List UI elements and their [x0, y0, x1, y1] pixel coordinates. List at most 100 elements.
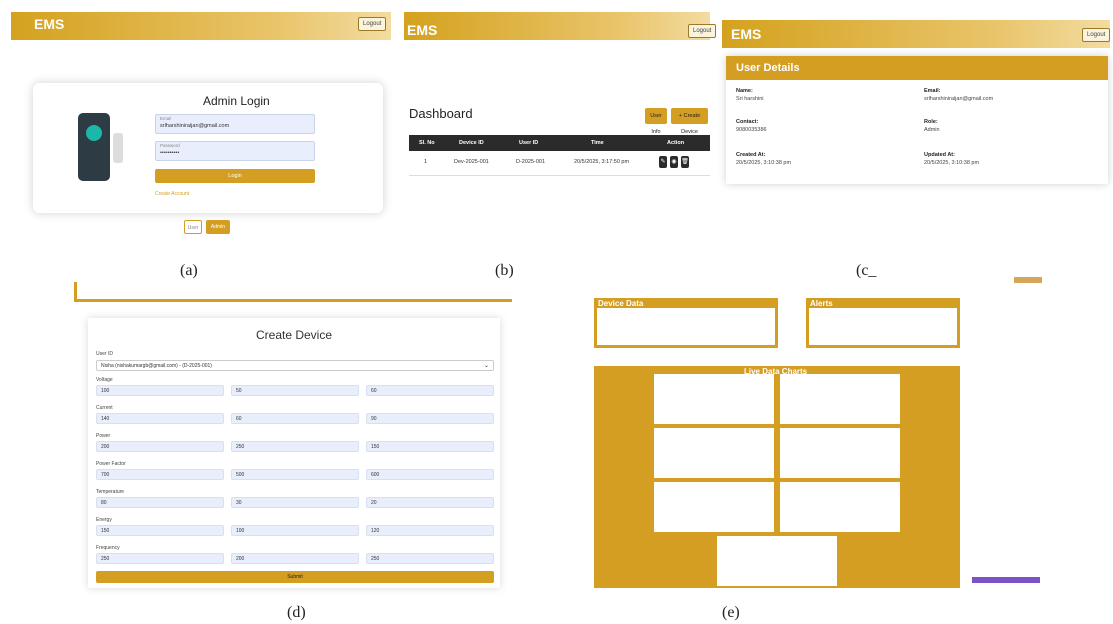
create-device-card: Create Device User ID Nisha (nishakumarg… — [88, 318, 500, 588]
logout-button-a[interactable]: Logout — [358, 17, 387, 31]
field-input-power-2[interactable]: 250 — [231, 441, 359, 452]
user-toggle[interactable]: User — [184, 220, 202, 234]
caption-c: (c_ — [856, 262, 877, 279]
updated-value: 20/5/2025, 3:10:38 pm — [924, 160, 980, 166]
alerts-title: Alerts — [810, 299, 833, 308]
chart-energy — [780, 428, 900, 478]
field-input-voltage-3[interactable]: 60 — [366, 385, 494, 396]
col-time: Time — [591, 140, 604, 146]
status-note — [972, 577, 1040, 583]
field-label-energy: Energy — [96, 517, 112, 523]
user-info-button[interactable]: User Info — [645, 108, 667, 135]
user-id-value: Nisha (nishakumargb@gmail.com) - (D-2025… — [101, 363, 212, 369]
logout-button-c[interactable]: Logout — [1082, 28, 1111, 42]
row-divider — [409, 175, 710, 176]
field-input-power-factor-3[interactable]: 600 — [366, 469, 494, 480]
chart-voltage — [654, 374, 774, 424]
col-user-id: User ID — [519, 140, 539, 146]
device-data-panel: Device Data — [594, 298, 778, 348]
field-input-current-1[interactable]: 140 — [96, 413, 224, 424]
cell-device-id: Dev-2025-001 — [454, 159, 489, 165]
gold-marker — [1014, 277, 1042, 283]
password-label: Password — [160, 143, 180, 148]
field-input-temperature-2[interactable]: 30 — [231, 497, 359, 508]
chart-power — [654, 428, 774, 478]
col-action: Action — [667, 140, 685, 146]
user-details-card: User Details Name: Sri harshini Email: s… — [726, 56, 1108, 184]
field-input-power-factor-1[interactable]: 700 — [96, 469, 224, 480]
field-input-current-3[interactable]: 90 — [366, 413, 494, 424]
field-label-power: Power — [96, 433, 111, 439]
email-field[interactable]: Email srlharshiniraijan@gmail.com — [155, 114, 315, 134]
field-input-frequency-2[interactable]: 200 — [231, 553, 359, 564]
created-label: Created At: — [736, 152, 766, 158]
field-label-voltage: Voltage — [96, 377, 113, 383]
login-title: Admin Login — [203, 94, 270, 108]
field-input-current-2[interactable]: 60 — [231, 413, 359, 424]
device-data-table — [597, 308, 775, 345]
phone-illustration — [78, 113, 110, 181]
login-button[interactable]: Login — [155, 169, 315, 183]
contact-label: Contact: — [736, 119, 759, 125]
chart-temperature — [717, 536, 837, 586]
name-label: Name: — [736, 88, 753, 94]
chart-frequency — [654, 482, 774, 532]
field-input-power-factor-2[interactable]: 500 — [231, 469, 359, 480]
table-header: Sl. No Device ID User ID Time Action — [409, 135, 710, 151]
field-input-energy-3[interactable]: 120 — [366, 525, 494, 536]
email-value: srlharshiniraijan@gmail.com — [160, 123, 230, 129]
brand-logo-b: EMS — [407, 22, 438, 38]
field-input-temperature-3[interactable]: 20 — [366, 497, 494, 508]
submit-button[interactable]: Submit — [96, 571, 494, 583]
alerts-list — [809, 308, 957, 345]
contact-value: 9080035386 — [736, 127, 767, 133]
live-charts-panel: Live Data Charts — [594, 366, 960, 588]
field-input-voltage-2[interactable]: 50 — [231, 385, 359, 396]
field-label-temperature: Temperature — [96, 489, 125, 495]
user-id-label: User ID — [96, 351, 113, 357]
field-input-energy-2[interactable]: 100 — [231, 525, 359, 536]
chart-current — [780, 374, 900, 424]
caption-d: (d) — [287, 604, 306, 621]
user-id-select[interactable]: Nisha (nishakumargb@gmail.com) - (D-2025… — [96, 360, 494, 371]
field-input-voltage-1[interactable]: 100 — [96, 385, 224, 396]
alerts-panel: Alerts — [806, 298, 960, 348]
caption-b: (b) — [495, 262, 514, 279]
delete-icon[interactable]: 🗑 — [681, 156, 689, 168]
create-account-link[interactable]: Create Account — [155, 191, 189, 197]
cell-sl: 1 — [424, 159, 428, 165]
login-card: Admin Login Email srlharshiniraijan@gmai… — [33, 83, 383, 213]
field-input-energy-1[interactable]: 150 — [96, 525, 224, 536]
email-label: Email — [160, 116, 172, 121]
email-label-c: Email: — [924, 88, 941, 94]
brand-logo-a: EMS — [34, 16, 65, 32]
view-icon[interactable]: ◉ — [670, 156, 678, 168]
role-value: Admin — [924, 127, 940, 133]
password-value: •••••••••• — [160, 150, 180, 156]
create-device-title: Create Device — [255, 328, 333, 342]
field-input-frequency-1[interactable]: 250 — [96, 553, 224, 564]
field-label-current: Current — [96, 405, 113, 411]
user-details-title: User Details — [736, 62, 800, 74]
caption-a: (a) — [180, 262, 198, 279]
col-sl: Sl. No — [419, 140, 435, 146]
cell-time: 20/5/2025, 3:17:50 pm — [574, 159, 630, 165]
field-input-frequency-3[interactable]: 250 — [366, 553, 494, 564]
user-details-header: User Details — [726, 56, 1108, 80]
chevron-down-icon: ⌄ — [483, 363, 489, 369]
edit-icon[interactable]: ✎ — [659, 156, 667, 168]
person-illustration — [113, 133, 123, 163]
brand-logo-c: EMS — [731, 26, 762, 42]
field-input-temperature-1[interactable]: 80 — [96, 497, 224, 508]
created-value: 20/5/2025, 3:10:38 pm — [736, 160, 792, 166]
field-input-power-1[interactable]: 200 — [96, 441, 224, 452]
password-field[interactable]: Password •••••••••• — [155, 141, 315, 161]
field-input-power-3[interactable]: 150 — [366, 441, 494, 452]
admin-toggle[interactable]: Admin — [206, 220, 230, 234]
cell-user-id: D-2025-001 — [516, 159, 546, 165]
logout-button-b[interactable]: Logout — [688, 24, 717, 38]
email-value-c: srlharshiniraijan@gmail.com — [924, 96, 994, 102]
updated-label: Updated At: — [924, 152, 955, 158]
create-device-button[interactable]: + Create Device — [671, 108, 708, 135]
field-label-frequency: Frequency — [96, 545, 120, 551]
